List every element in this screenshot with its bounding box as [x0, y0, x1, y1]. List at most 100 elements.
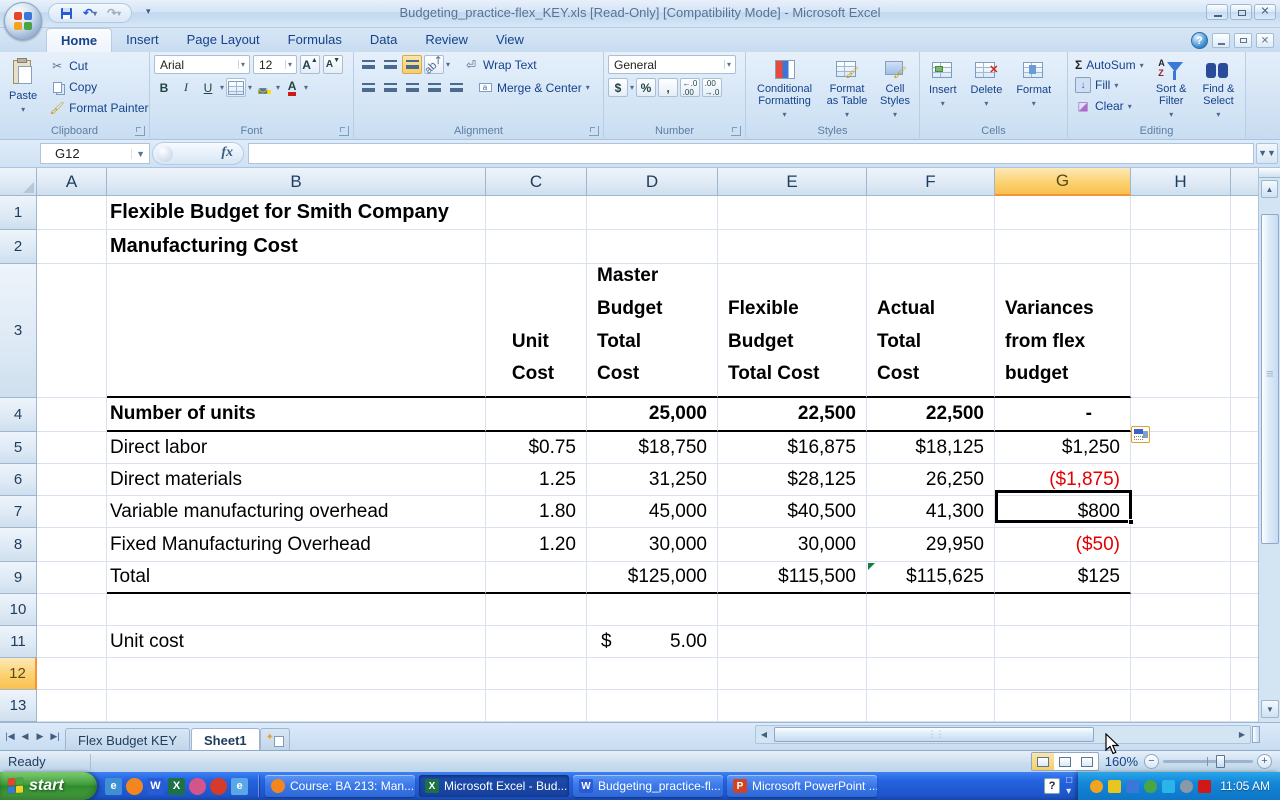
cell-C11[interactable] [486, 626, 587, 658]
workbook-close-button[interactable]: ✕ [1256, 33, 1274, 48]
row-header-1[interactable]: 1 [0, 196, 37, 230]
cell-E2[interactable] [718, 230, 867, 264]
font-name-combo[interactable]: Arial▾ [154, 55, 250, 74]
tray-orange-icon[interactable] [1090, 780, 1103, 793]
taskbar-button-excel[interactable]: XMicrosoft Excel - Bud... [419, 775, 569, 797]
alignment-dialog-launcher[interactable] [589, 126, 599, 136]
close-button[interactable]: ✕ [1254, 4, 1276, 20]
delete-cells-button[interactable]: ✕ Delete▾ [966, 55, 1008, 122]
row-header-4[interactable]: 4 [0, 398, 37, 432]
tab-split-handle[interactable] [1252, 726, 1260, 743]
cell-A8[interactable] [37, 528, 107, 562]
column-header-D[interactable]: D [587, 168, 718, 196]
ribbon-tab-insert[interactable]: Insert [112, 28, 173, 52]
column-header-H[interactable]: H [1131, 168, 1231, 196]
excel-icon[interactable]: X [168, 778, 185, 795]
grow-font-button[interactable]: A▲ [300, 55, 320, 74]
ribbon-tab-view[interactable]: View [482, 28, 538, 52]
cell-B6[interactable]: Direct materials [107, 464, 486, 496]
comma-button[interactable]: , [658, 78, 678, 97]
scroll-left-button[interactable]: ◀ [756, 726, 772, 743]
row-header-10[interactable]: 10 [0, 594, 37, 626]
copy-button[interactable]: Copy [46, 78, 151, 96]
cell-E12[interactable] [718, 658, 867, 690]
column-header-E[interactable]: E [718, 168, 867, 196]
cell-H1[interactable] [1131, 196, 1231, 230]
cell-C7[interactable]: 1.80 [486, 496, 587, 528]
row-header-5[interactable]: 5 [0, 432, 37, 464]
cell-B8[interactable]: Fixed Manufacturing Overhead [107, 528, 486, 562]
cell-F8[interactable]: 29,950 [867, 528, 995, 562]
increase-decimal-button[interactable]: ←.0.00 [680, 78, 700, 97]
font-dialog-launcher[interactable] [339, 126, 349, 136]
percent-button[interactable]: % [636, 78, 656, 97]
cell-A11[interactable] [37, 626, 107, 658]
show-hidden-icons-chevron[interactable]: □▾ [1066, 775, 1072, 797]
normal-view-button[interactable] [1032, 753, 1054, 770]
cell-H8[interactable] [1131, 528, 1231, 562]
format-as-table-button[interactable]: 🖌 Format as Table▾ [821, 55, 873, 122]
cell-A7[interactable] [37, 496, 107, 528]
number-format-combo[interactable]: General▾ [608, 55, 736, 74]
row-header-8[interactable]: 8 [0, 528, 37, 562]
scroll-right-button[interactable]: ▶ [1234, 726, 1250, 743]
cell-G11[interactable] [995, 626, 1131, 658]
cell-E5[interactable]: $16,875 [718, 432, 867, 464]
cell-C3[interactable]: Unit Cost [486, 264, 587, 398]
align-bottom-button[interactable] [402, 55, 422, 74]
cell-F12[interactable] [867, 658, 995, 690]
cell-E3[interactable]: Flexible Budget Total Cost [718, 264, 867, 398]
underline-button[interactable]: U [198, 78, 218, 97]
horizontal-scrollbar[interactable]: ◀ ▶ [755, 725, 1251, 744]
cell-B9[interactable]: Total [107, 562, 486, 594]
smart-tag-icon[interactable] [1131, 426, 1150, 443]
bold-button[interactable]: B [154, 78, 174, 97]
cell-C2[interactable] [486, 230, 587, 264]
cell-D11[interactable]: $5.00 [587, 626, 718, 658]
cell-H11[interactable] [1131, 626, 1231, 658]
find-select-button[interactable]: Find & Select▾ [1196, 55, 1241, 122]
cell-H3[interactable] [1131, 264, 1231, 398]
ribbon-tab-page-layout[interactable]: Page Layout [173, 28, 274, 52]
cell-C12[interactable] [486, 658, 587, 690]
decrease-decimal-button[interactable]: .00→.0 [702, 78, 722, 97]
number-dialog-launcher[interactable] [731, 126, 741, 136]
help-button[interactable]: ? [1191, 32, 1208, 49]
cell-B2[interactable]: Manufacturing Cost [107, 230, 486, 264]
cell-E10[interactable] [718, 594, 867, 626]
cell-C4[interactable] [486, 398, 587, 432]
cell-G3[interactable]: Variances from flex budget [995, 264, 1131, 398]
name-box-dropdown[interactable]: ▼ [131, 149, 149, 159]
cell-D1[interactable] [587, 196, 718, 230]
cell-F6[interactable]: 26,250 [867, 464, 995, 496]
cell-F5[interactable]: $18,125 [867, 432, 995, 464]
office-button[interactable] [4, 2, 42, 40]
cell-D3[interactable]: Master Budget Total Cost [587, 264, 718, 398]
borders-button[interactable] [226, 78, 246, 97]
cell-B1[interactable]: Flexible Budget for Smith Company [107, 196, 486, 230]
scroll-down-button[interactable]: ▼ [1261, 700, 1279, 718]
tray-green-icon[interactable] [1144, 780, 1157, 793]
zoom-out-button[interactable]: − [1144, 754, 1159, 769]
help-tray-icon[interactable]: ? [1044, 778, 1060, 794]
cell-A3[interactable] [37, 264, 107, 398]
cell-G12[interactable] [995, 658, 1131, 690]
align-top-button[interactable] [358, 55, 378, 74]
cell-F2[interactable] [867, 230, 995, 264]
cell-G2[interactable] [995, 230, 1131, 264]
cell-E1[interactable] [718, 196, 867, 230]
cell-G10[interactable] [995, 594, 1131, 626]
tray-z-icon[interactable] [1162, 780, 1175, 793]
cell-E6[interactable]: $28,125 [718, 464, 867, 496]
ribbon-tab-home[interactable]: Home [46, 28, 112, 52]
cell-G5[interactable]: $1,250 [995, 432, 1131, 464]
row-header-2[interactable]: 2 [0, 230, 37, 264]
cell-D7[interactable]: 45,000 [587, 496, 718, 528]
align-middle-button[interactable] [380, 55, 400, 74]
accounting-format-button[interactable]: $ [608, 78, 628, 97]
clear-button[interactable]: ◪Clear▾ [1072, 97, 1147, 115]
row-header-11[interactable]: 11 [0, 626, 37, 658]
column-header-F[interactable]: F [867, 168, 995, 196]
cell-F10[interactable] [867, 594, 995, 626]
app-orange-icon[interactable] [210, 778, 227, 795]
